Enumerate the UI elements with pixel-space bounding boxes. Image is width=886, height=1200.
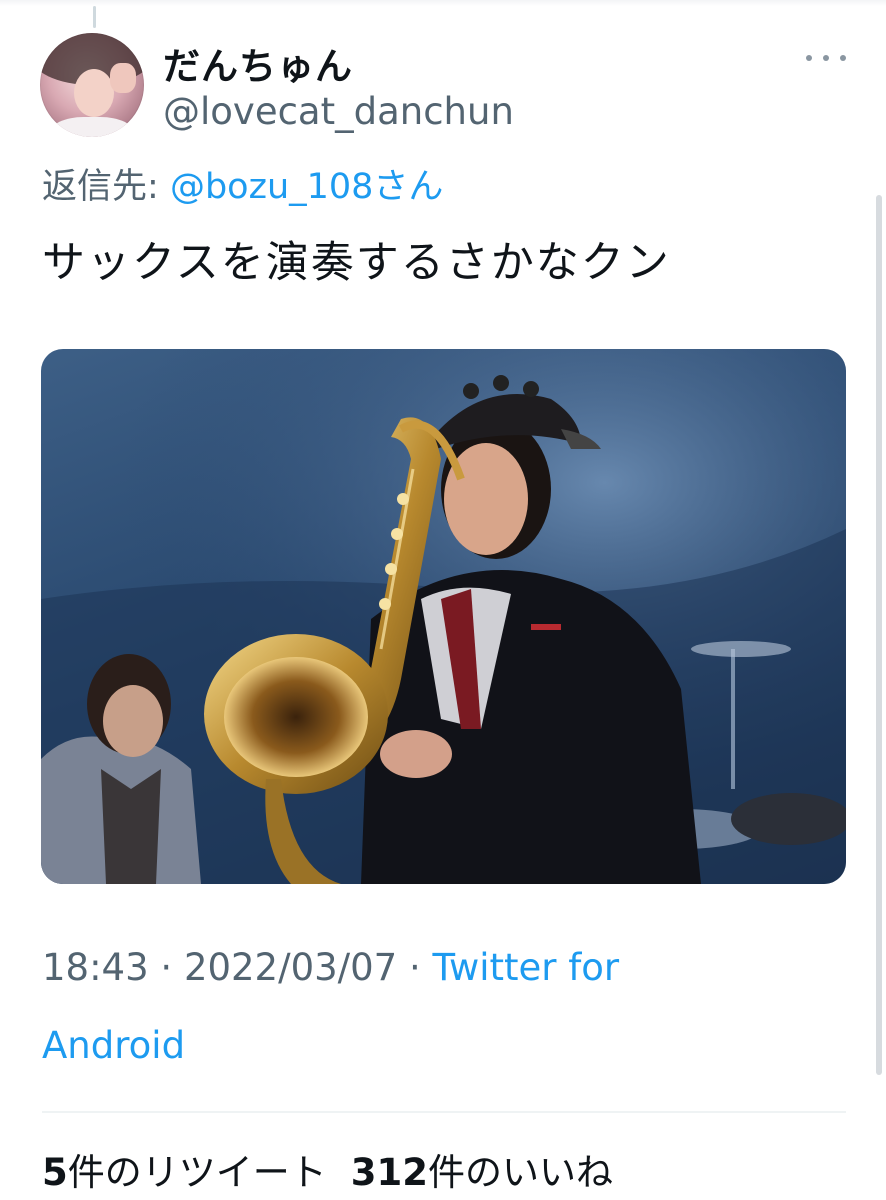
thread-connector-line — [93, 6, 96, 28]
reply-mention-link[interactable]: @bozu_108さん — [170, 167, 444, 207]
divider — [42, 1111, 846, 1113]
likes-stat[interactable]: 312件のいいね — [351, 1151, 613, 1194]
avatar-face — [74, 69, 114, 117]
retweets-stat[interactable]: 5件のリツイート — [42, 1151, 327, 1194]
avatar-hand — [110, 63, 136, 93]
tweet-time[interactable]: 18:43 — [42, 946, 149, 989]
tweet-source-link[interactable]: Twitter for — [433, 946, 620, 989]
user-handle[interactable]: @lovecat_danchun — [163, 90, 514, 133]
tweet-date[interactable]: 2022/03/07 — [184, 946, 397, 989]
display-name[interactable]: だんちゅん — [163, 36, 353, 90]
meta-separator: · — [408, 946, 421, 989]
scrollbar[interactable] — [876, 195, 882, 1075]
like-count: 312 — [350, 1151, 428, 1194]
tweet-text: サックスを演奏するさかなクン — [42, 238, 671, 288]
engagement-stats: 5件のリツイート 312件のいいね — [42, 1142, 613, 1196]
more-dot — [823, 55, 829, 61]
retweet-label: 件のリツイート — [67, 1151, 327, 1194]
avatar-shirt — [50, 117, 134, 137]
reply-to-line: 返信先: @bozu_108さん — [42, 158, 443, 209]
reply-prefix: 返信先: — [42, 167, 159, 207]
meta-separator: · — [160, 946, 173, 989]
more-dot — [806, 55, 812, 61]
tweet-source-link-continued[interactable]: Android — [42, 1024, 185, 1067]
avatar[interactable] — [40, 33, 144, 137]
more-horizontal-icon[interactable] — [806, 48, 846, 68]
previous-tweet-edge — [0, 0, 886, 6]
tweet-media-photo[interactable] — [41, 349, 846, 884]
retweet-count: 5 — [42, 1151, 68, 1194]
concert-photo — [41, 349, 846, 884]
like-label: 件のいいね — [427, 1151, 613, 1194]
more-dot — [840, 55, 846, 61]
tweet-meta-line: 18:43 · 2022/03/07 · Twitter for — [42, 946, 619, 989]
